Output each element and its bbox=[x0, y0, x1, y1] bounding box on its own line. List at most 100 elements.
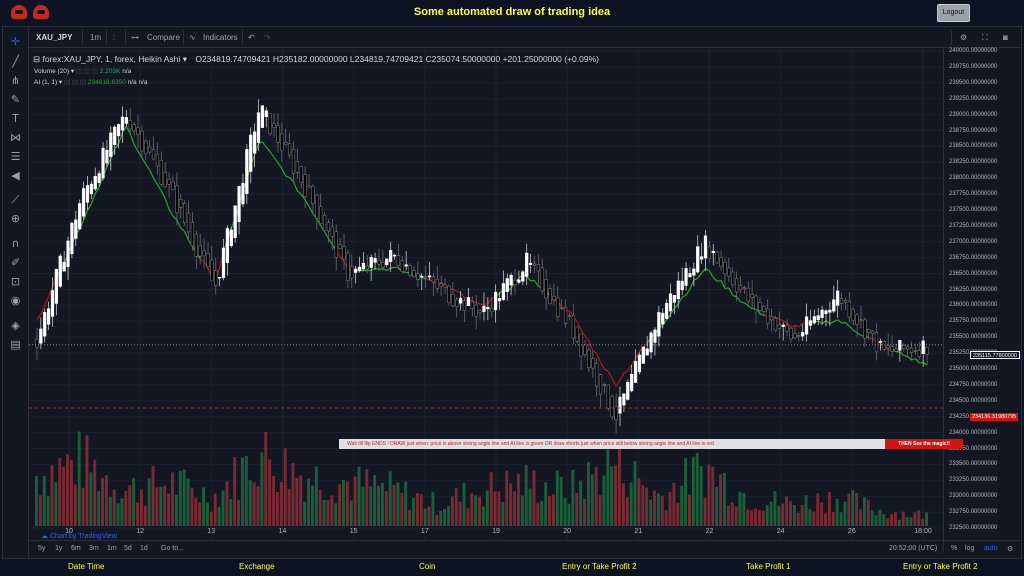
candle-body bbox=[563, 307, 568, 324]
volume-bar bbox=[314, 466, 318, 526]
candle-body bbox=[144, 140, 148, 154]
chart-header: XAU_JPY 1m ⫶ ⊶ Compare ∿ Indicators ↶ ↷ … bbox=[29, 27, 1021, 48]
candle-body bbox=[501, 283, 505, 300]
symbol-selector[interactable]: XAU_JPY bbox=[36, 31, 72, 44]
candle-body bbox=[89, 183, 93, 195]
back-arrow-icon[interactable]: ◀ bbox=[9, 169, 22, 182]
candle-body bbox=[81, 188, 86, 217]
indicators-icon[interactable]: ∿ bbox=[189, 31, 196, 44]
volume-bar bbox=[886, 518, 890, 526]
magnet-icon[interactable]: ∩ bbox=[9, 237, 22, 250]
tradingview-watermark[interactable]: ☁ Chart by TradingView bbox=[41, 532, 117, 540]
ai-line-segment bbox=[798, 322, 804, 328]
candle-body bbox=[427, 275, 432, 278]
candle-body bbox=[781, 324, 785, 327]
divider bbox=[125, 30, 126, 45]
volume-bar bbox=[415, 493, 419, 526]
volume-bar bbox=[264, 432, 268, 526]
zoom-icon[interactable]: ⊕ bbox=[9, 212, 22, 225]
interval-selector[interactable]: 1m bbox=[90, 31, 101, 44]
volume-bar bbox=[812, 511, 816, 526]
volume-label[interactable]: Volume (20) bbox=[34, 68, 69, 75]
fullscreen-icon[interactable]: ⛶ bbox=[982, 31, 988, 44]
candle-body bbox=[525, 252, 529, 277]
divider bbox=[242, 30, 243, 45]
candle-body bbox=[322, 214, 327, 231]
eye-icon[interactable]: ◉ bbox=[9, 294, 22, 307]
ai-line-segment bbox=[36, 313, 42, 320]
indicators-button[interactable]: Indicators bbox=[203, 31, 238, 44]
log-toggle[interactable]: log bbox=[965, 545, 974, 552]
camera-icon[interactable]: ◙ bbox=[1003, 31, 1008, 44]
candle-body bbox=[101, 147, 105, 179]
candle-body bbox=[847, 301, 851, 318]
candle-body bbox=[571, 315, 575, 339]
range-6m[interactable]: 6m bbox=[71, 545, 81, 552]
volume-bar bbox=[132, 478, 136, 526]
text-icon[interactable]: T bbox=[9, 112, 22, 125]
settings-icon[interactable]: ⚙ bbox=[960, 31, 967, 44]
volume-bar bbox=[322, 499, 326, 526]
ai-line-segment bbox=[269, 151, 275, 158]
brush-icon[interactable]: ✎ bbox=[9, 93, 22, 106]
candle-body bbox=[839, 297, 844, 304]
volume-bar bbox=[349, 500, 353, 526]
volume-bar bbox=[373, 475, 377, 526]
fib-icon[interactable]: ☰ bbox=[9, 150, 22, 163]
price-chart[interactable]: 10 12 13 14 15 17 19 20 21 22 24 26 18:00 bbox=[29, 48, 943, 540]
range-1m[interactable]: 1m bbox=[107, 545, 117, 552]
candle-body bbox=[478, 310, 482, 314]
trash-icon[interactable]: ▤ bbox=[9, 338, 22, 351]
pitchfork-icon[interactable]: ⋔ bbox=[9, 74, 22, 87]
divider bbox=[82, 30, 83, 45]
compare-icon[interactable]: ⊶ bbox=[131, 31, 139, 44]
candle-body bbox=[925, 347, 929, 355]
candle-body bbox=[253, 131, 257, 154]
price-tick-label: 240000.00000000 bbox=[949, 48, 998, 54]
settings-icon[interactable]: ⚙ bbox=[1007, 545, 1013, 553]
pencil-lock-icon[interactable]: ✐ bbox=[9, 256, 22, 269]
range-1y[interactable]: 1y bbox=[55, 545, 62, 552]
trend-line-icon[interactable]: ╱ bbox=[9, 55, 22, 68]
watermark-text[interactable]: Chart by TradingView bbox=[50, 533, 117, 540]
percent-toggle[interactable]: % bbox=[951, 545, 957, 552]
price-tick-label: 233500.00000000 bbox=[949, 461, 998, 468]
price-tick-label: 234500.00000000 bbox=[949, 397, 998, 404]
volume-bar bbox=[722, 472, 726, 526]
candle-body bbox=[750, 294, 754, 298]
candle-body bbox=[43, 312, 47, 337]
volume-bar bbox=[602, 475, 606, 526]
candle-body bbox=[540, 267, 544, 292]
auto-toggle[interactable]: auto bbox=[984, 545, 998, 552]
candle-body bbox=[218, 276, 222, 279]
lock-icon[interactable]: ⊡ bbox=[9, 275, 22, 288]
logout-button[interactable]: Logout bbox=[937, 4, 970, 22]
range-5d[interactable]: 5d bbox=[124, 545, 132, 552]
layers-icon[interactable]: ◈ bbox=[9, 319, 22, 332]
range-1d[interactable]: 1d bbox=[140, 545, 148, 552]
range-3m[interactable]: 3m bbox=[89, 545, 99, 552]
undo-icon[interactable]: ↶ bbox=[248, 31, 255, 44]
dropdown-icon[interactable]: ▾ bbox=[183, 54, 187, 64]
volume-bar bbox=[466, 508, 470, 526]
compare-button[interactable]: Compare bbox=[147, 31, 180, 44]
range-5y[interactable]: 5y bbox=[38, 545, 45, 552]
volume-bar bbox=[551, 494, 555, 526]
collapse-icon[interactable]: ⊟ bbox=[33, 54, 40, 64]
bar-style-icon[interactable]: ⫶ bbox=[113, 31, 115, 44]
ai-label[interactable]: AI (1, 1) bbox=[34, 79, 57, 86]
goto-button[interactable]: Go to... bbox=[161, 545, 184, 552]
redo-icon[interactable]: ↷ bbox=[264, 31, 271, 44]
pattern-icon[interactable]: ⋈ bbox=[9, 131, 22, 144]
volume-bar bbox=[58, 458, 62, 526]
legend-title[interactable]: forex:XAU_JPY, 1, forex, Heikin Ashi bbox=[43, 54, 181, 64]
price-axis[interactable]: 240000.00000000 239750.00000000 239500.000… bbox=[943, 48, 1021, 553]
candle-body bbox=[256, 112, 261, 143]
volume-bar bbox=[847, 493, 851, 526]
footer-date-time: Date Time bbox=[68, 562, 105, 571]
volume-bar bbox=[757, 509, 761, 526]
ruler-icon[interactable]: ⟋ bbox=[9, 193, 22, 206]
candle-body bbox=[532, 263, 537, 266]
volume-bar bbox=[244, 455, 248, 526]
crosshair-icon[interactable]: ✛ bbox=[9, 35, 22, 48]
